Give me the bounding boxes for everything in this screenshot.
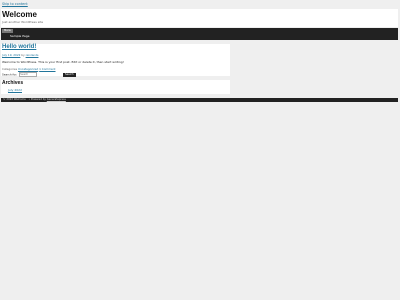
search-button[interactable]: Search bbox=[63, 72, 76, 77]
powered-by-text: • Powered by bbox=[28, 98, 46, 101]
archives-widget: Archives July 2022 bbox=[1, 80, 230, 94]
post-meta: July 19, 2022 by reinlands bbox=[2, 53, 39, 58]
site-header: Welcome Just another WordPress site bbox=[1, 9, 398, 27]
post-content: Welcome to WordPress. This is your first… bbox=[2, 60, 124, 64]
post-article: Hello world! July 19, 2022 by reinlands … bbox=[1, 44, 230, 77]
archives-title: Archives bbox=[2, 80, 24, 86]
search-input[interactable] bbox=[19, 72, 38, 77]
comments-link[interactable]: 1 Comment bbox=[39, 67, 55, 71]
site-footer: © 2022 Welcome • Powered by Generatepres… bbox=[1, 98, 398, 102]
post-author-link[interactable]: reinlands bbox=[26, 53, 39, 57]
search-label: Search for: bbox=[2, 72, 18, 77]
archive-item: July 2022 bbox=[8, 88, 22, 93]
archive-link-july-2022[interactable]: July 2022 bbox=[8, 88, 22, 92]
author-prefix: by bbox=[21, 53, 25, 57]
post-date-link[interactable]: July 19, 2022 bbox=[2, 53, 20, 57]
post-title[interactable]: Hello world! bbox=[2, 44, 36, 52]
nav-item-sample-page[interactable]: Sample Page bbox=[10, 34, 29, 39]
category-link[interactable]: Uncategorized bbox=[18, 67, 38, 71]
copyright-text: © 2022 Welcome bbox=[3, 98, 26, 101]
menu-toggle-button[interactable]: Menu bbox=[2, 29, 14, 33]
categories-prefix: Categories bbox=[2, 67, 18, 71]
theme-link[interactable]: Generatepress bbox=[47, 98, 66, 101]
archives-list: July 2022 bbox=[2, 88, 22, 93]
site-title[interactable]: Welcome bbox=[2, 10, 37, 20]
search-form: Search for: Search bbox=[2, 72, 76, 77]
main-navigation: Menu Sample Page bbox=[1, 28, 398, 40]
skip-to-content-link[interactable]: Skip to content bbox=[2, 2, 28, 6]
site-description: Just another WordPress site bbox=[2, 20, 44, 24]
